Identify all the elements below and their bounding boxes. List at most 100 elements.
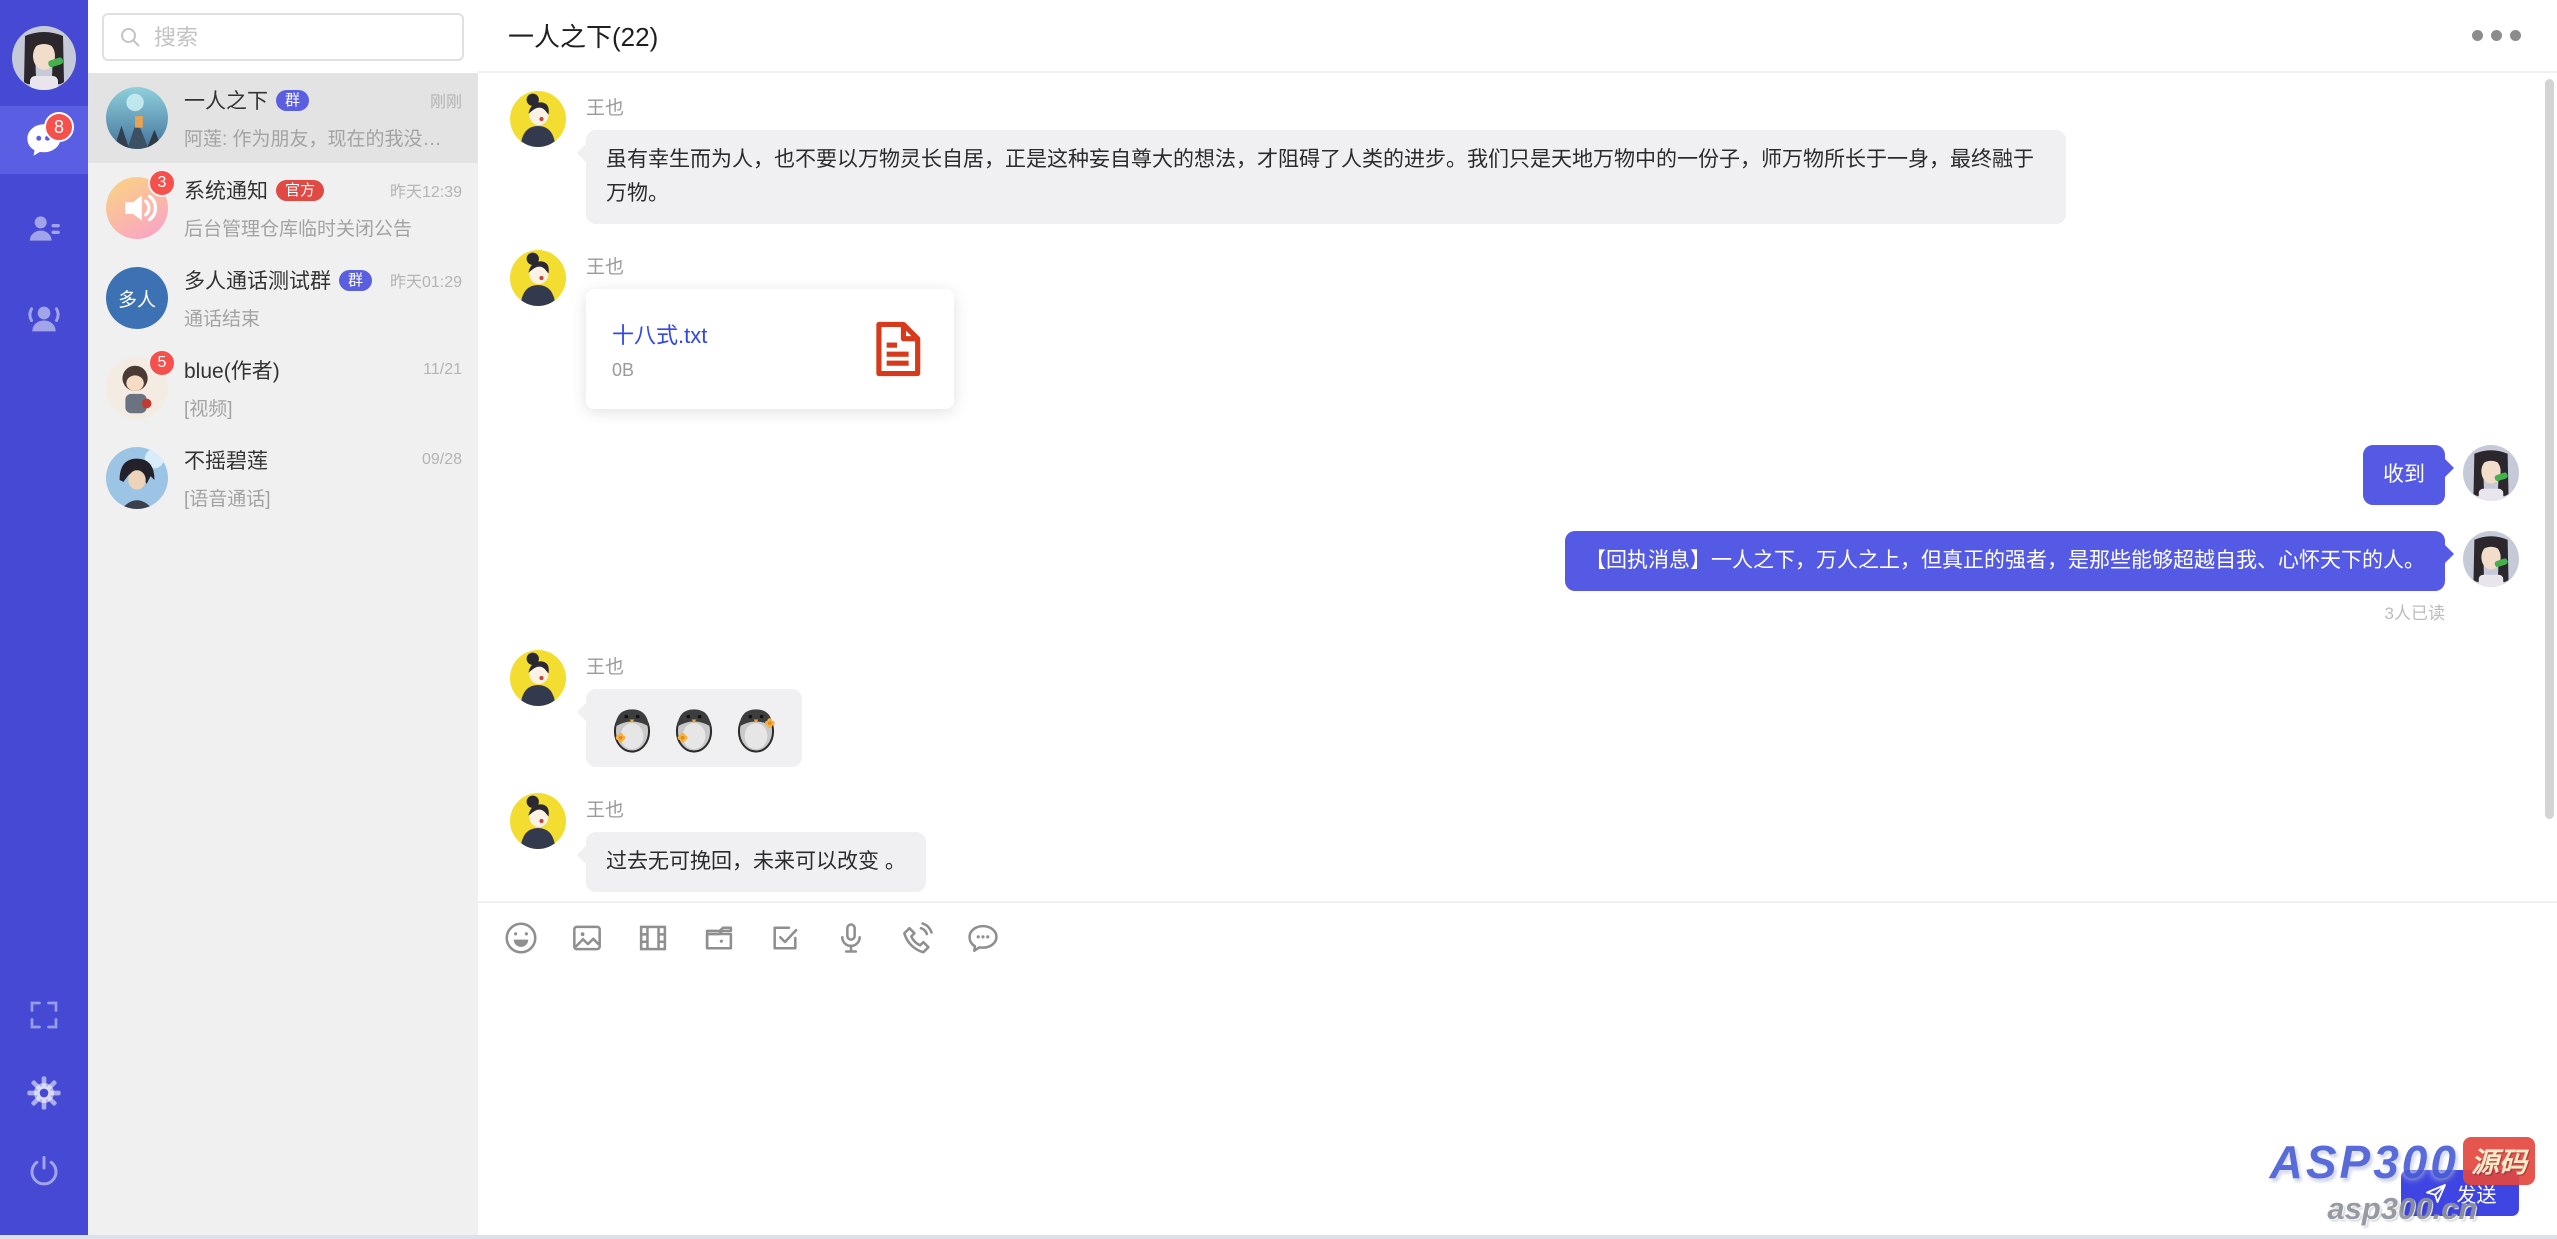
message-input[interactable] [498,973,2537,1159]
folder-button[interactable] [696,915,742,961]
conversation-avatar: 多人 [106,267,168,329]
send-button[interactable]: 发送 [2401,1170,2519,1216]
conversation-name: 系统通知 [184,175,268,205]
voice-button[interactable] [828,915,874,961]
message-bubble: 【回执消息】一人之下，万人之上，但真正的强者，是那些能够超越自我、心怀天下的人。 [1565,531,2445,591]
penguin-sticker [668,702,720,754]
sender-avatar-wangye[interactable] [510,250,566,306]
penguin-sticker [730,702,782,754]
composer: ASP300源码 asp300.cn 发送 [478,901,2557,1239]
self-avatar[interactable] [2463,445,2519,501]
sender-avatar-wangye[interactable] [510,793,566,849]
search-icon [118,25,142,49]
conversation-info: blue(作者) 11/21 [视频] [184,355,462,421]
unread-badge: 3 [148,169,176,197]
message-row-outgoing: 【回执消息】一人之下，万人之上，但真正的强者，是那些能够超越自我、心怀天下的人。… [510,531,2519,624]
message-bubble: 虽有幸生而为人，也不要以万物灵长自居，正是这种妄自尊大的想法，才阻碍了人类的进步… [586,130,2066,224]
penguin-sticker [606,702,658,754]
conversation-preview: 阿莲: 作为朋友，现在的我没法... [184,124,454,151]
more-chat-button[interactable] [960,915,1006,961]
conversation-avatar [106,87,168,149]
sender-name: 王也 [586,93,2066,120]
official-badge: 官方 [276,180,324,201]
unread-badge: 5 [148,349,176,377]
conversation-avatar [106,447,168,509]
conversation-info: 一人之下 群 刚刚 阿莲: 作为朋友，现在的我没法... [184,85,462,151]
rail-bottom-actions [0,995,88,1191]
file-meta: 十八式.txt 0B [612,318,866,381]
power-button[interactable] [24,1151,64,1191]
message-row: 王也 虽有幸生而为人，也不要以万物灵长自居，正是这种妄自尊大的想法，才阻碍了人类… [510,91,2519,224]
conversation-name: 不摇碧莲 [184,445,268,475]
message-row: 王也 十八式.txt 0B [510,250,2519,409]
message-row: 王也 [510,650,2519,767]
phone-call-icon [898,919,936,957]
gear-icon [24,1073,64,1113]
paper-plane-icon [2424,1181,2448,1205]
my-profile-avatar[interactable] [12,26,76,90]
conversation-info: 系统通知 官方 昨天12:39 后台管理仓库临时关闭公告 [184,175,462,241]
video-button[interactable] [630,915,676,961]
chat-more-icon [964,919,1002,957]
contacts-icon [24,209,64,249]
chat-menu-button[interactable] [2466,24,2527,47]
conversation-item-blue-author[interactable]: 5 blue(作者) 11/21 [视频] [88,343,478,433]
screenshot-button[interactable] [762,915,808,961]
fullscreen-icon [26,997,62,1033]
conversation-avatar: 3 [106,177,168,239]
rail-navigation: 8 [0,106,88,352]
window-bottom-edge [0,1235,2557,1239]
conversation-time: 昨天12:39 [390,178,462,202]
file-size: 0B [612,360,866,381]
conversation-preview: 通话结束 [184,304,454,331]
message-list: 王也 虽有幸生而为人，也不要以万物灵长自居，正是这种妄自尊大的想法，才阻碍了人类… [478,73,2557,901]
conversation-item-yirenzhixia[interactable]: 一人之下 群 刚刚 阿莲: 作为朋友，现在的我没法... [88,73,478,163]
chat-scrollbar[interactable] [2545,79,2554,819]
sender-avatar-wangye[interactable] [510,650,566,706]
folder-icon [700,919,738,957]
conversation-avatar: 5 [106,357,168,419]
chat-area: 一人之下(22) 王也 虽有幸生而为人， [478,0,2557,1239]
message-row-outgoing: 收到 [510,445,2519,505]
send-label: 发送 [2457,1179,2497,1208]
conversation-name: 一人之下 [184,85,268,115]
conversation-info: 不摇碧莲 09/28 [语音通话] [184,445,462,511]
sender-avatar-wangye[interactable] [510,91,566,147]
self-avatar-image [12,26,76,90]
group-badge: 群 [339,270,372,291]
sidebar-item-contacts[interactable] [0,195,88,263]
sender-name: 王也 [586,652,802,679]
sidebar-item-chats[interactable]: 8 [0,106,88,174]
conversation-preview: 后台管理仓库临时关闭公告 [184,214,454,241]
sidebar-item-groups[interactable] [0,284,88,352]
image-icon [568,919,606,957]
conversation-item-multicall-group[interactable]: 多人 多人通话测试群 群 昨天01:29 通话结束 [88,253,478,343]
file-message-card[interactable]: 十八式.txt 0B [586,289,954,409]
screenshot-check-icon [766,919,804,957]
sender-name: 王也 [586,252,954,279]
emoji-icon [502,919,540,957]
self-avatar[interactable] [2463,531,2519,587]
group-badge: 群 [276,90,309,111]
search-input[interactable] [152,15,446,61]
microphone-icon [832,919,870,957]
unread-total-badge: 8 [44,112,74,142]
read-receipt: 3人已读 [2385,599,2445,624]
avatar-text: 多人 [106,267,168,329]
conversation-time: 09/28 [422,451,462,469]
search-box [102,13,464,61]
conversation-item-system-notice[interactable]: 3 系统通知 官方 昨天12:39 后台管理仓库临时关闭公告 [88,163,478,253]
composer-toolbar [478,903,2557,961]
conversation-panel: 一人之下 群 刚刚 阿莲: 作为朋友，现在的我没法... [88,0,478,1239]
power-icon [26,1153,62,1189]
emoji-button[interactable] [498,915,544,961]
chat-title: 一人之下(22) [508,17,658,54]
image-button[interactable] [564,915,610,961]
file-name: 十八式.txt [612,318,866,350]
conversation-item-buyaobilian[interactable]: 不摇碧莲 09/28 [语音通话] [88,433,478,523]
message-bubble: 收到 [2363,445,2445,505]
call-button[interactable] [894,915,940,961]
conversation-time: 昨天01:29 [390,268,462,292]
settings-button[interactable] [24,1073,64,1113]
fullscreen-button[interactable] [24,995,64,1035]
